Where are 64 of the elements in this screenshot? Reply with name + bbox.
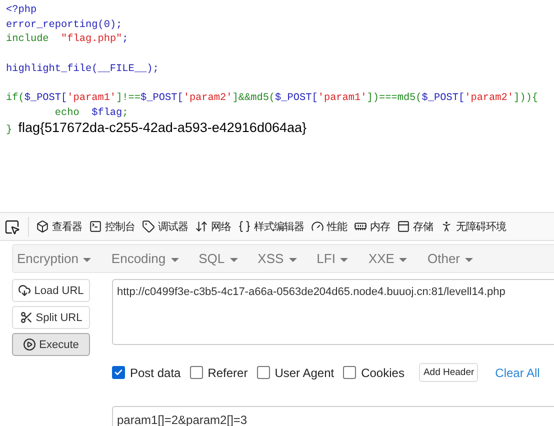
split-button[interactable]: Split URL	[12, 306, 90, 329]
url-field[interactable]: http://c0499f3e-c3b5-4c17-a66a-0563de204d65.node4.buuoj.cn:81/levell14.php	[112, 279, 554, 345]
code-token: <?php	[6, 5, 37, 16]
option-checkbox[interactable]: Referer	[190, 366, 248, 380]
debugger-icon	[142, 220, 155, 233]
dropdown-menu[interactable]: SQL	[198, 251, 238, 266]
dropdown-menu[interactable]: Encryption	[17, 251, 92, 266]
devtools-tab[interactable]: 查看器	[36, 220, 82, 234]
accessibility-icon	[440, 220, 453, 233]
dropdown-menu[interactable]: Encoding	[111, 251, 179, 266]
code-token: ]!==	[116, 93, 141, 104]
code-token: $flag	[92, 108, 122, 118]
code-token: 'param1'	[318, 93, 367, 104]
devtools-tab[interactable]: 控制台	[89, 220, 135, 234]
code-token: 'param1'	[67, 93, 116, 104]
style-icon	[238, 220, 251, 233]
option-checkbox[interactable]: Cookies	[343, 366, 404, 380]
option-checkbox[interactable]: User Agent	[256, 366, 334, 380]
code-token: $_POST[	[422, 93, 465, 104]
code-token: ]&&md5(	[232, 93, 276, 104]
checkmark-icon	[114, 368, 123, 377]
devtools-tab[interactable]: 样式编辑器	[238, 220, 304, 234]
devtools-tab[interactable]: 网络	[195, 220, 231, 234]
code-token: ])){	[514, 93, 538, 104]
storage-icon	[397, 220, 410, 233]
performance-icon	[311, 220, 324, 233]
code-token: ;	[122, 34, 128, 45]
element-picker-icon[interactable]	[4, 218, 20, 234]
code-token: 'param2'	[464, 93, 514, 104]
dropdown-menu[interactable]: LFI	[316, 251, 348, 266]
console-icon	[89, 220, 102, 233]
devtools-tab[interactable]: 性能	[311, 220, 347, 234]
network-icon	[195, 220, 208, 233]
devtools-tab[interactable]: 存储	[397, 220, 433, 234]
code-token: highlight_file(__FILE__);	[6, 64, 159, 74]
memory-icon	[354, 220, 367, 233]
option-checkbox[interactable]: Post data	[112, 366, 181, 380]
load-button[interactable]: Load URL	[12, 279, 90, 302]
clear-all-link[interactable]: Clear All	[495, 366, 540, 380]
code-token: echo	[54, 108, 80, 118]
cloud-download-icon	[18, 284, 32, 297]
devtools-tab[interactable]: 调试器	[142, 220, 188, 234]
flag-output: flag{517672da-c255-42ad-a593-e42916d064aa}	[18, 120, 307, 135]
dropdown-menu[interactable]: XXE	[368, 251, 408, 266]
scissors-icon	[20, 311, 33, 324]
execute-button[interactable]: Execute	[12, 333, 90, 356]
devtools-tab[interactable]: 无障碍环境	[440, 220, 506, 234]
code-token: }	[6, 125, 14, 136]
code-token: $_POST[	[275, 93, 318, 104]
code-token: ;	[122, 108, 128, 118]
inspector-icon	[36, 220, 49, 233]
add-header-button[interactable]: Add Header	[419, 363, 478, 382]
code-token: "flag.php"	[61, 34, 122, 45]
code-token: include	[6, 34, 50, 45]
code-token: $_POST[	[140, 93, 184, 104]
code-token: if(	[6, 93, 24, 104]
code-token: 'param2'	[183, 93, 232, 104]
code-token: error_reporting(0);	[6, 20, 122, 30]
dropdown-menu[interactable]: Other	[427, 251, 473, 266]
dropdown-menu[interactable]: XSS	[258, 251, 297, 266]
devtools-tab[interactable]: 内存	[354, 220, 390, 234]
play-icon	[23, 338, 36, 351]
code-token: $_POST[	[24, 93, 68, 104]
code-token: ])===md5(	[366, 93, 422, 104]
